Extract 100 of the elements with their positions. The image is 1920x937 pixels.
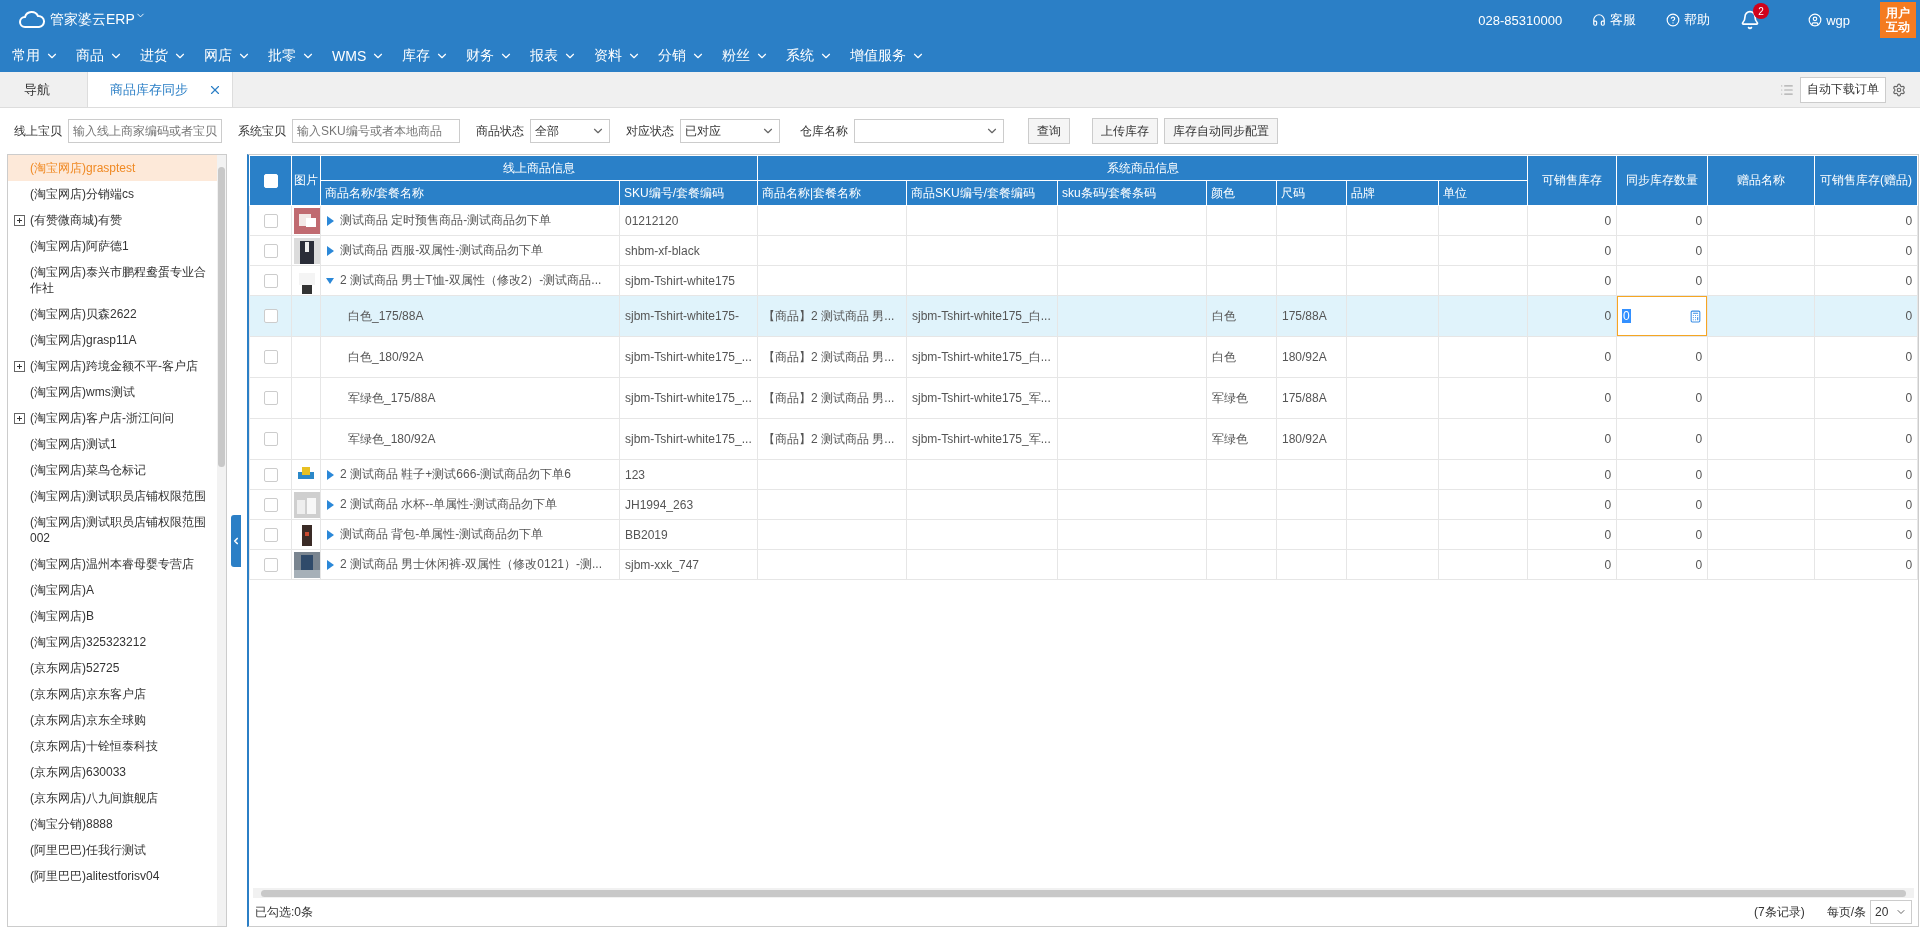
action-button[interactable]: 查询 [1028, 118, 1070, 144]
table-cell: 0 [1527, 205, 1617, 236]
shop-list-item[interactable]: (淘宝网店)温州本睿母婴专营店 [8, 551, 217, 577]
menu-item[interactable]: 进货 [140, 47, 187, 65]
list-icon[interactable] [1780, 82, 1794, 97]
shop-list-item[interactable]: (京东网店)52725 [8, 655, 217, 681]
table-cell: 0 [1527, 235, 1617, 266]
column-header[interactable]: 商品名称/套餐名称 [320, 180, 620, 206]
shop-list-item[interactable]: (淘宝网店)测试职员店铺权限范围 [8, 483, 217, 509]
shop-list-item[interactable]: (阿里巴巴)任我行测试 [8, 837, 217, 863]
table-cell: 0 [1616, 489, 1708, 520]
auto-download-button[interactable]: 自动下载订单 [1800, 76, 1886, 103]
column-header[interactable]: 商品SKU编号/套餐编码 [906, 180, 1058, 206]
shop-list-item[interactable]: (淘宝网店)wms测试 [8, 379, 217, 405]
help-link[interactable]: 帮助 [1666, 11, 1711, 29]
shop-list-item[interactable]: (淘宝网店)菜鸟仓标记 [8, 457, 217, 483]
column-header[interactable]: 单位 [1438, 180, 1528, 206]
shop-list-item[interactable]: (淘宝网店)客户店-浙江问问 [8, 405, 217, 431]
shop-list-item[interactable]: (淘宝网店)阿萨德1 [8, 233, 217, 259]
shop-list-item[interactable]: (淘宝分销)8888 [8, 811, 217, 837]
row-checkbox[interactable] [263, 527, 278, 542]
shop-list-item[interactable]: (京东网店)630033 [8, 759, 217, 785]
warehouse-select[interactable] [854, 119, 1004, 143]
shop-list-item[interactable]: (淘宝网店)B [8, 603, 217, 629]
menu-item[interactable]: 增值服务 [850, 47, 926, 65]
shop-list-item[interactable]: (京东网店)十铨恒泰科技 [8, 733, 217, 759]
table-cell: sjbm-Tshirt-white175_白... [906, 336, 1058, 378]
table-cell: 0 [1616, 265, 1708, 296]
expand-icon[interactable] [14, 361, 25, 372]
menu-item[interactable]: 财务 [466, 47, 514, 65]
shop-list-item[interactable]: (淘宝网店)测试1 [8, 431, 217, 457]
input-field[interactable]: 输入SKU编号或者本地商品 [292, 119, 460, 143]
column-header[interactable]: 可销售库存(赠品) [1814, 155, 1918, 206]
table-cell: 【商品】2 测试商品 男... [757, 295, 907, 337]
feedback-button[interactable]: 用户互动 [1880, 2, 1916, 38]
column-header[interactable]: 图片 [291, 155, 321, 206]
column-header[interactable]: SKU编号/套餐编码 [619, 180, 758, 206]
expand-icon[interactable] [14, 215, 25, 226]
menu-item[interactable]: 分销 [658, 47, 706, 65]
menu-item[interactable]: 商品 [76, 47, 123, 65]
shop-list-item[interactable]: (淘宝网店)grasp11A [8, 327, 217, 353]
row-checkbox[interactable] [263, 391, 278, 406]
row-checkbox[interactable] [263, 497, 278, 512]
row-checkbox[interactable] [263, 350, 278, 365]
app-logo: 管家婆云ERP [50, 11, 135, 29]
page-size-select[interactable]: 20 [1870, 900, 1913, 924]
collapse-icon[interactable] [326, 275, 334, 286]
column-header[interactable]: 品牌 [1346, 180, 1439, 206]
user-menu[interactable]: wgp [1808, 12, 1850, 28]
header-group: 线上商品信息 [320, 155, 758, 181]
column-header[interactable]: 可销售库存 [1527, 155, 1617, 206]
row-checkbox[interactable] [263, 467, 278, 482]
row-checkbox[interactable] [263, 273, 278, 288]
row-checkbox[interactable] [263, 243, 278, 258]
collapse-handle[interactable] [231, 515, 241, 567]
shop-list-item[interactable]: (京东网店)八九间旗舰店 [8, 785, 217, 811]
select-all-checkbox[interactable] [263, 173, 278, 188]
shop-list-item[interactable]: (淘宝网店)泰兴市鹏程鸯蛋专业合作社 [8, 259, 217, 301]
menu-item[interactable]: 网店 [204, 47, 251, 65]
scrollbar[interactable] [217, 155, 226, 926]
menu-item[interactable]: 资料 [594, 47, 642, 65]
menu-item[interactable]: 粉丝 [722, 47, 770, 65]
service-link[interactable]: 客服 [1592, 11, 1637, 29]
shop-list-item[interactable]: (阿里巴巴)alitestforisv04 [8, 863, 217, 889]
menu-item[interactable]: WMS [332, 48, 386, 64]
row-checkbox[interactable] [263, 213, 278, 228]
action-button[interactable]: 上传库存 [1092, 118, 1158, 144]
shop-list-item[interactable]: (京东网店)京东全球购 [8, 707, 217, 733]
menu-item[interactable]: 常用 [12, 47, 59, 65]
calculator-icon[interactable] [1689, 309, 1703, 323]
row-checkbox[interactable] [263, 309, 278, 324]
status-select[interactable]: 全部 [530, 119, 610, 143]
row-checkbox[interactable] [263, 557, 278, 572]
tab[interactable]: 商品库存同步 [88, 72, 233, 107]
notification-badge: 2 [1753, 3, 1770, 19]
shop-list-item[interactable]: (淘宝网店)分销端cs [8, 181, 217, 207]
expand-icon[interactable] [14, 413, 25, 424]
column-header[interactable]: sku条码/套餐条码 [1057, 180, 1207, 206]
menu-item[interactable]: 系统 [786, 47, 834, 65]
settings-icon[interactable] [1892, 82, 1906, 97]
input-field[interactable]: 输入线上商家编码或者宝贝 [68, 119, 222, 143]
sync-quantity-input[interactable]: 0 [1617, 296, 1708, 336]
column-header[interactable]: 同步库存数量 [1616, 155, 1708, 206]
shop-list-item[interactable]: (淘宝网店)贝森2622 [8, 301, 217, 327]
shop-list-item[interactable]: (淘宝网店)测试职员店铺权限范围002 [8, 509, 217, 551]
column-header[interactable]: 商品名称|套餐名称 [757, 180, 907, 206]
action-button[interactable]: 库存自动同步配置 [1164, 118, 1278, 144]
row-checkbox[interactable] [263, 432, 278, 447]
shop-list-item[interactable]: (淘宝网店)325323212 [8, 629, 217, 655]
shop-list-item[interactable]: (淘宝网店)A [8, 577, 217, 603]
menu-item[interactable]: 批零 [268, 47, 315, 65]
menu-item[interactable]: 报表 [530, 47, 578, 65]
column-header[interactable]: 赠品名称 [1707, 155, 1815, 206]
shop-list-item[interactable]: (有赞微商城)有赞 [8, 207, 217, 233]
match-select[interactable]: 已对应 [680, 119, 780, 143]
shop-list-item[interactable]: (京东网店)京东客户店 [8, 681, 217, 707]
product-name-cell: 2 测试商品 男士休闲裤-双属性（修改0121）-测... [320, 549, 620, 580]
horizontal-scrollbar[interactable] [253, 888, 1915, 898]
shop-list-item[interactable]: (淘宝网店)跨境金额不平-客户店 [8, 353, 217, 379]
menu-item[interactable]: 库存 [402, 47, 450, 65]
